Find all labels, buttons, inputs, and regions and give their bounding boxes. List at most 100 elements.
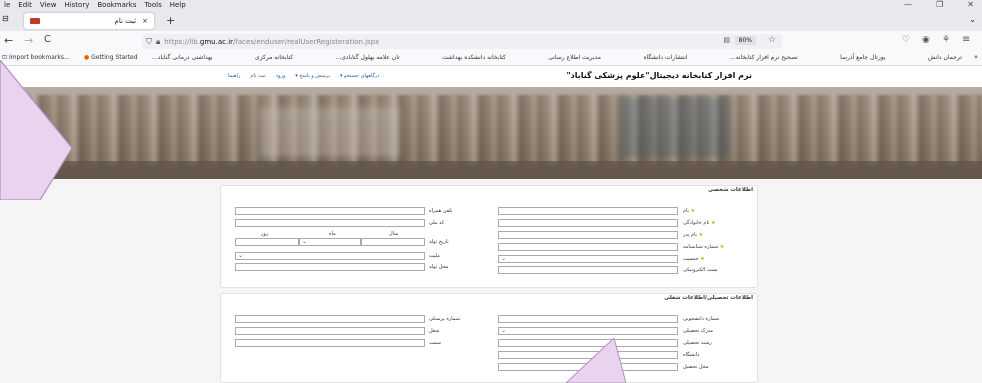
menu-help[interactable]: Help xyxy=(170,1,186,9)
menu-view[interactable]: View xyxy=(40,1,57,9)
nav-login[interactable]: ورود xyxy=(276,73,285,79)
tab-close-icon[interactable]: × xyxy=(142,17,148,25)
menu-history[interactable]: History xyxy=(64,1,89,9)
url-bar[interactable]: ⛉ 🔒︎ https://lib.gmu.ac.ir/faces/enduser… xyxy=(142,34,782,49)
birth-year-input[interactable] xyxy=(361,238,425,246)
job-label: شغل xyxy=(429,328,440,334)
close-window-icon[interactable]: ✕ xyxy=(967,0,974,9)
overlay-arrow-icon xyxy=(0,60,73,200)
mobile-input[interactable] xyxy=(235,207,425,215)
account-icon[interactable]: ◉ xyxy=(922,35,930,45)
field-of-study-label: رشته تحصیلی xyxy=(683,340,712,346)
zoom-level[interactable]: 80% xyxy=(734,36,756,45)
menu-file[interactable]: le xyxy=(4,1,10,9)
minimize-icon[interactable]: — xyxy=(904,0,912,9)
bookmark-item[interactable]: ...بهداشتی درمانی گناباد xyxy=(152,54,213,61)
chevron-down-icon: ⌄ xyxy=(238,252,244,259)
overlay-pointer-icon xyxy=(566,338,626,383)
national-code-label: کد ملی xyxy=(429,220,445,226)
bookmarks-overflow-icon[interactable]: » xyxy=(974,53,978,61)
bookmark-item[interactable]: ...تصحیح نرم افزار کتابخانه xyxy=(730,54,798,61)
nav-register[interactable]: ثبت نام xyxy=(250,73,265,79)
student-number-label: شماره دانشجویی xyxy=(683,316,720,322)
chevron-down-icon: ⌄ xyxy=(501,327,507,334)
nav-search-portals[interactable]: درگاههای جستجو ▾ xyxy=(340,73,379,79)
bookmark-item[interactable]: انتشارات دانشگاه xyxy=(643,54,687,61)
student-number-input[interactable] xyxy=(498,315,678,323)
id-number-label: ★ شماره شناسنامه xyxy=(683,244,725,250)
national-code-input[interactable] xyxy=(235,219,425,227)
new-tab-button[interactable]: + xyxy=(166,14,175,27)
url-prefix: https://lib. xyxy=(164,37,200,46)
bookmark-item[interactable]: کتابخانه دانشکده بهداشت xyxy=(442,54,506,61)
library-banner-image xyxy=(0,87,982,179)
pocket-icon[interactable]: ♡ xyxy=(902,35,910,45)
tab-bar: ⊟ ثبت نام × + ⌄ xyxy=(0,10,982,31)
birthplace-label: محل تولد xyxy=(429,264,449,270)
restore-icon[interactable]: ❐ xyxy=(936,0,943,9)
site-nav: درگاههای جستجو ▾ پرسش و پاسخ ▾ ورود ثبت … xyxy=(228,73,380,79)
gender-label: ★ جنسیت xyxy=(683,256,705,262)
email-input[interactable] xyxy=(498,266,678,274)
chevron-down-icon: ⌄ xyxy=(501,255,507,262)
menu-icon[interactable]: ≡ xyxy=(962,34,970,45)
nav-faq[interactable]: پرسش و پاسخ ▾ xyxy=(295,73,330,79)
degree-select[interactable]: ⌄ xyxy=(498,327,678,335)
nav-help[interactable]: راهنما xyxy=(228,73,240,79)
reload-button[interactable]: C xyxy=(44,34,51,45)
menu-bar: le Edit View History Bookmarks Tools Hel… xyxy=(0,0,982,10)
birth-day-label: روز xyxy=(261,231,269,237)
menu-tools[interactable]: Tools xyxy=(144,1,161,9)
personnel-number-input[interactable] xyxy=(235,315,425,323)
extensions-icon[interactable]: ⚘ xyxy=(942,35,950,45)
position-label: سمت xyxy=(429,340,441,346)
shield-icon[interactable]: ⛉ xyxy=(146,37,152,47)
birth-month-label: ماه xyxy=(329,231,336,237)
id-number-input[interactable] xyxy=(498,243,678,251)
back-button[interactable]: ← xyxy=(4,34,13,47)
last-name-input[interactable] xyxy=(498,219,678,227)
tab-title: ثبت نام xyxy=(114,17,137,25)
bookmark-item[interactable]: ...تان علامه بهلول گنابادی xyxy=(336,54,400,61)
forward-button[interactable]: → xyxy=(24,34,33,47)
bookmark-item[interactable]: پورتال جامع آذرسا xyxy=(840,54,885,61)
university-label: دانشگاه xyxy=(683,352,700,358)
lock-icon[interactable]: 🔒︎ xyxy=(156,37,160,47)
nationality-label: ملیت xyxy=(429,253,440,259)
list-all-tabs-icon[interactable]: ⌄ xyxy=(969,15,976,24)
tab-list-icon[interactable]: ⊟ xyxy=(2,14,9,23)
personal-info-section: اطلاعات شخصی ★ نام ★ نام خانوادگی ★ نام … xyxy=(220,185,758,288)
job-input[interactable] xyxy=(235,327,425,335)
education-info-section: اطلاعات تحصیلی/اطلاعات شغلی شماره دانشجو… xyxy=(220,293,758,383)
menu-edit[interactable]: Edit xyxy=(18,1,32,9)
first-name-input[interactable] xyxy=(498,207,678,215)
chevron-down-icon: ⌄ xyxy=(302,238,308,245)
birth-day-input[interactable] xyxy=(235,238,299,246)
section-title: اطلاعات شخصی xyxy=(708,187,753,193)
section-title: اطلاعات تحصیلی/اطلاعات شغلی xyxy=(664,295,753,301)
father-name-input[interactable] xyxy=(498,231,678,239)
url-path: /faces/enduser/realUserRegisteration.jsp… xyxy=(233,37,380,46)
last-name-label: ★ نام خانوادگی xyxy=(683,220,716,226)
birthplace-input[interactable] xyxy=(235,263,425,271)
mobile-label: تلفن همراه xyxy=(429,208,453,214)
bookmark-item[interactable]: ترجمان دانش xyxy=(928,54,962,61)
tab-register[interactable]: ثبت نام × xyxy=(24,13,154,29)
birth-month-select[interactable]: ⌄ xyxy=(299,238,361,246)
site-title: نرم افزار کتابخانه دیجیتال"علوم پزشکی گن… xyxy=(566,71,752,80)
bookmark-item[interactable]: مدیریت اطلاع رسانی xyxy=(548,54,601,61)
site-header: نرم افزار کتابخانه دیجیتال"علوم پزشکی گن… xyxy=(0,66,982,87)
gender-select[interactable]: ⌄ xyxy=(498,255,678,263)
bookmark-getting-started[interactable]: ● Getting Started xyxy=(84,54,138,61)
bookmark-item[interactable]: کتابخانه مرکزی xyxy=(255,54,293,61)
menu-bookmarks[interactable]: Bookmarks xyxy=(97,1,136,9)
degree-label: مدرک تحصیلی xyxy=(683,328,714,334)
bookmarks-bar: ⊡ Import bookmarks... ● Getting Started … xyxy=(0,52,982,66)
bookmark-star-icon[interactable]: ☆ xyxy=(768,35,776,45)
birth-date-label: تاریخ تولد xyxy=(429,239,449,245)
study-place-label: محل تحصیل xyxy=(683,364,709,370)
window-controls: — ❐ ✕ xyxy=(900,0,978,9)
position-input[interactable] xyxy=(235,339,425,347)
reader-view-icon[interactable]: ▤ xyxy=(723,36,730,44)
nationality-select[interactable]: ⌄ xyxy=(235,252,425,260)
